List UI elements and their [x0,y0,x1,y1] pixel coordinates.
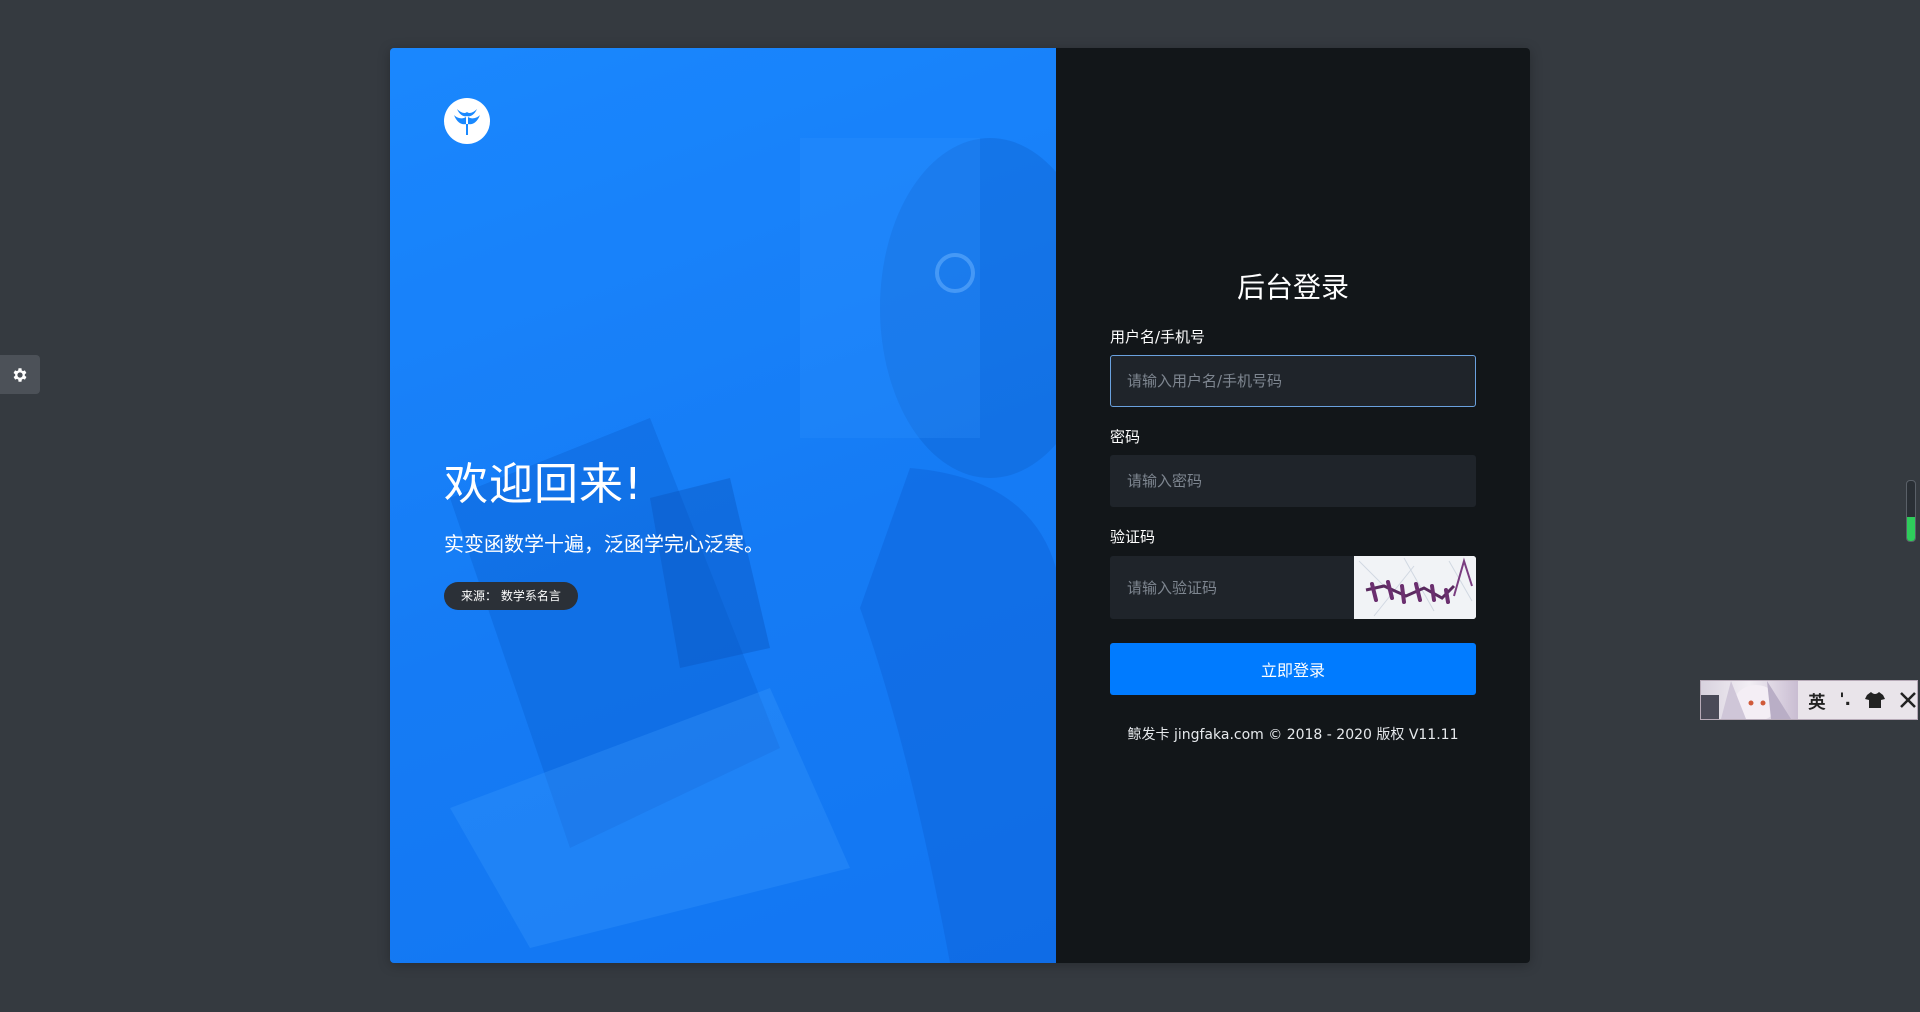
captcha-label: 验证码 [1110,528,1156,546]
welcome-panel: 欢迎回来! 实变函数学十遍，泛函学完心泛寒。 来源： 数学系名言 [390,48,1056,963]
settings-tab[interactable] [0,355,40,394]
scroll-indicator[interactable] [1906,480,1916,542]
ime-toolbar[interactable]: 英 '. [1700,680,1918,720]
gear-icon [13,367,27,382]
ime-punctuation-toggle[interactable]: '. [1839,690,1851,710]
login-panel: 后台登录 用户名/手机号 密码 验证码 立即登录 鲸发卡 jingfaka.co… [1056,48,1530,963]
captcha-noise-graphic [1354,556,1476,619]
password-label: 密码 [1110,428,1141,446]
welcome-heading: 欢迎回来! [444,459,643,510]
ime-mode-toggle[interactable]: 英 [1808,688,1825,713]
copyright-text: 鲸发卡 jingfaka.com © 2018 - 2020 版权 V11.11 [1127,727,1459,743]
quote-source-badge: 来源： 数学系名言 [444,582,578,610]
welcome-quote: 实变函数学十遍，泛函学完心泛寒。 [444,532,764,556]
whale-tail-logo [444,98,490,144]
tools-icon[interactable] [1899,691,1917,709]
shirt-icon[interactable] [1865,691,1885,709]
login-card: 欢迎回来! 实变函数学十遍，泛函学完心泛寒。 来源： 数学系名言 后台登录 用户… [390,48,1530,963]
password-input[interactable] [1110,455,1476,507]
username-input[interactable] [1110,355,1476,407]
login-title: 后台登录 [1236,271,1349,304]
captcha-input[interactable] [1110,556,1354,619]
ime-avatar-image [1701,681,1799,719]
scroll-indicator-fill [1907,517,1915,541]
username-label: 用户名/手机号 [1110,328,1206,346]
captcha-image[interactable] [1354,556,1476,619]
login-button[interactable]: 立即登录 [1110,643,1476,695]
